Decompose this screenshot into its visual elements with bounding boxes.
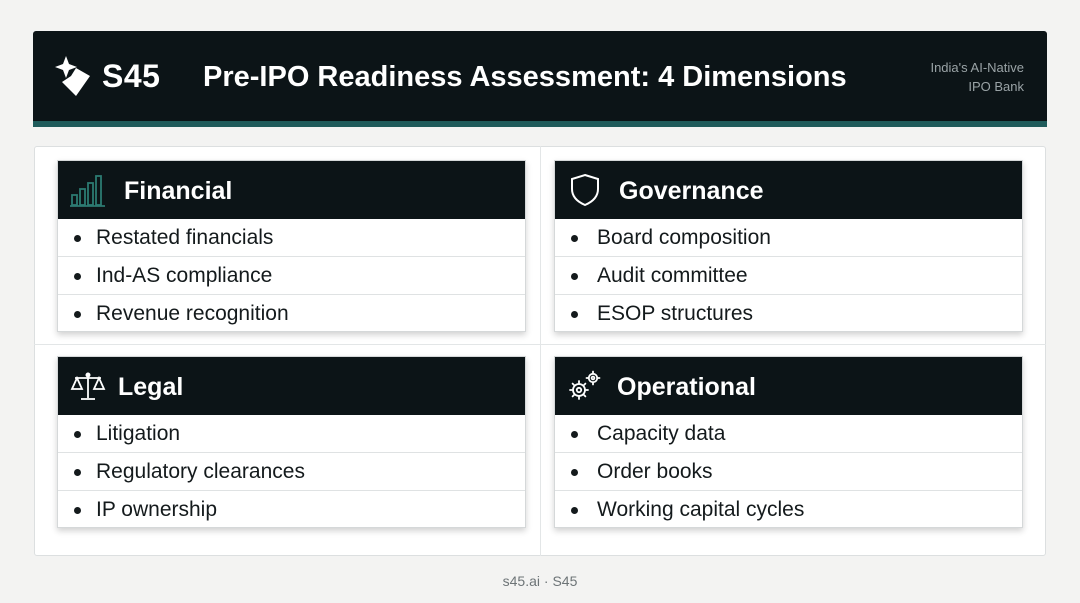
list-item: Board composition <box>555 219 1022 257</box>
list-item: Order books <box>555 453 1022 491</box>
list-item: Litigation <box>58 415 525 453</box>
item-text: Audit committee <box>597 264 748 287</box>
bullet <box>74 507 81 514</box>
card-header: Legal <box>58 357 525 415</box>
bullet <box>571 507 578 514</box>
list-item: Revenue recognition <box>58 295 525 333</box>
dimension-card-governance: Governance Board composition Audit commi… <box>554 160 1023 332</box>
shield-icon <box>571 173 599 207</box>
item-text: Capacity data <box>597 422 726 445</box>
item-text: Board composition <box>597 226 771 249</box>
card-header: Financial <box>58 161 525 219</box>
brand-logo-text: S45 <box>102 58 161 94</box>
item-text: Ind-AS compliance <box>96 264 273 287</box>
item-text: Working capital cycles <box>597 498 805 521</box>
item-text: Litigation <box>96 422 181 445</box>
card-header: Governance <box>555 161 1022 219</box>
bullet <box>74 235 81 242</box>
tagline: India's AI-Native IPO Bank <box>824 58 1024 96</box>
item-text: ESOP structures <box>597 302 754 325</box>
gears-icon <box>569 370 601 400</box>
bullet <box>74 273 81 280</box>
bullet <box>571 469 578 476</box>
list-item: IP ownership <box>58 491 525 529</box>
bullet <box>571 311 578 318</box>
list-item: Capacity data <box>555 415 1022 453</box>
grid-divider-vertical <box>540 146 541 556</box>
dimension-card-operational: Operational Capacity data Order books Wo… <box>554 356 1023 528</box>
bullet <box>74 469 81 476</box>
card-title: Legal <box>118 373 184 401</box>
bullet <box>571 273 578 280</box>
footer-text: s45.ai · S45 <box>502 573 578 589</box>
item-text: Regulatory clearances <box>96 460 305 483</box>
item-text: Order books <box>597 460 713 483</box>
bullet <box>74 431 81 438</box>
list-item: Ind-AS compliance <box>58 257 525 295</box>
page-title: Pre-IPO Readiness Assessment: 4 Dimensio… <box>203 61 847 93</box>
list-item: Restated financials <box>58 219 525 257</box>
bullet <box>571 431 578 438</box>
list-item: Regulatory clearances <box>58 453 525 491</box>
card-header: Operational <box>555 357 1022 415</box>
card-title: Operational <box>617 373 756 401</box>
item-text: IP ownership <box>96 498 218 521</box>
scales-icon <box>70 372 106 400</box>
item-text: Revenue recognition <box>96 302 289 325</box>
card-title: Financial <box>124 177 233 205</box>
grid-divider-horizontal <box>34 344 1046 345</box>
card-title: Governance <box>619 177 764 205</box>
bullet <box>74 311 81 318</box>
tagline-line-2: IPO Bank <box>968 79 1024 94</box>
bullet <box>571 235 578 242</box>
list-item: Working capital cycles <box>555 491 1022 529</box>
logo-icon <box>55 56 90 96</box>
tagline-line-1: India's AI-Native <box>930 60 1024 75</box>
dimension-card-legal: Legal Litigation Regulatory clearances I… <box>57 356 526 528</box>
list-item: ESOP structures <box>555 295 1022 333</box>
dimension-card-financial: Financial Restated financials Ind-AS com… <box>57 160 526 332</box>
item-text: Restated financials <box>96 226 274 249</box>
list-item: Audit committee <box>555 257 1022 295</box>
bar-chart-icon <box>70 175 105 207</box>
